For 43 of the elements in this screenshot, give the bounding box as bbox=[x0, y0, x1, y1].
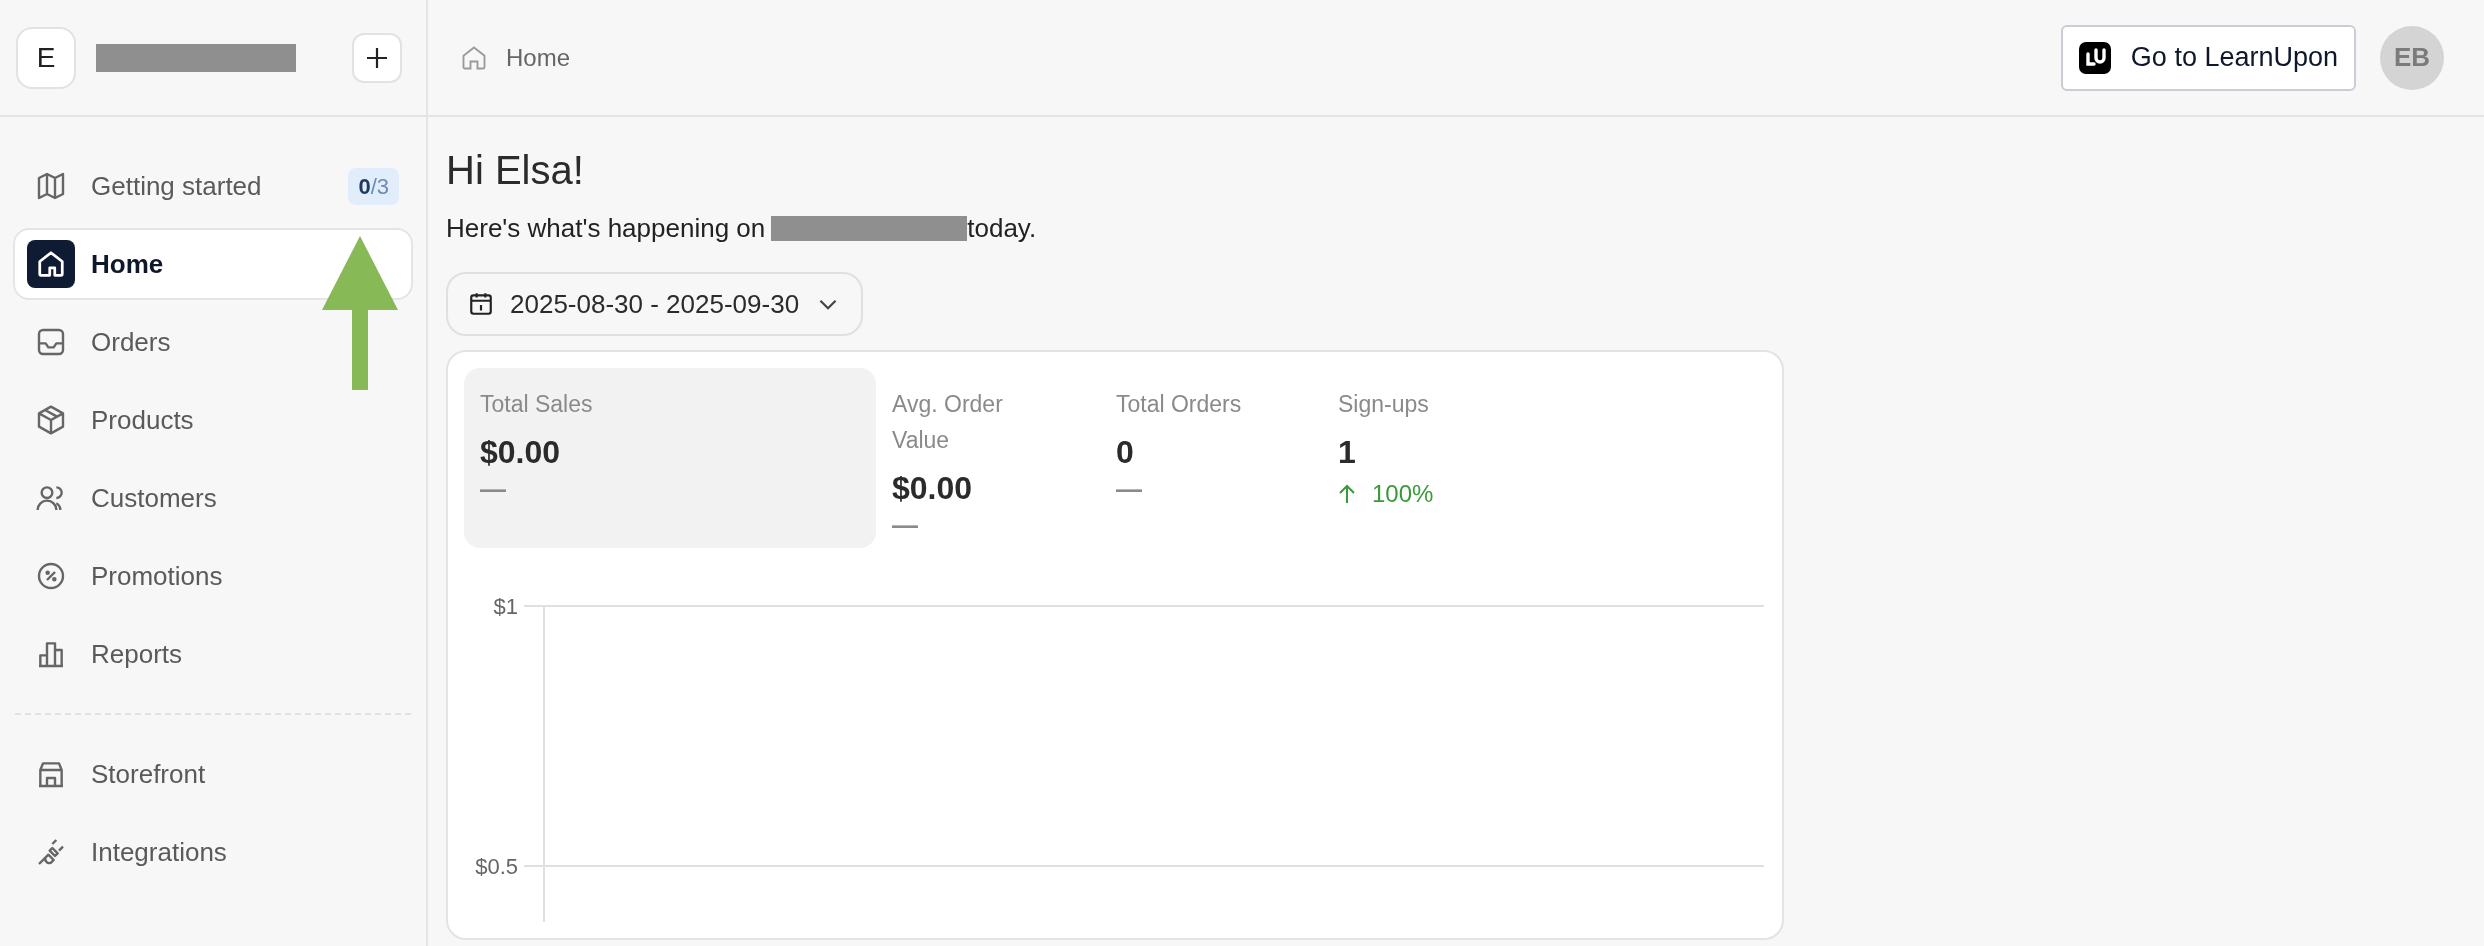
y-tick-label: $0.5 bbox=[475, 854, 518, 879]
stat-change: — bbox=[1116, 476, 1142, 502]
greeting-text: today. bbox=[967, 212, 1037, 245]
stat-label: Sign-ups bbox=[1338, 390, 1429, 419]
date-range-picker[interactable]: 2025-08-30 - 2025-09-30 bbox=[446, 272, 864, 336]
breadcrumb-link[interactable]: Home bbox=[506, 39, 571, 76]
plus-icon bbox=[365, 45, 389, 70]
stat-label: Total Orders bbox=[1116, 390, 1242, 419]
add-button[interactable] bbox=[352, 32, 402, 83]
sidebar-item[interactable]: Customers bbox=[13, 462, 413, 534]
stat-change: — bbox=[480, 476, 506, 502]
home-icon bbox=[27, 240, 75, 288]
stat-value: $0.00 bbox=[892, 469, 973, 508]
y-tick-label: $1 bbox=[493, 594, 518, 619]
greeting-text: Here's what's happening on bbox=[446, 212, 766, 245]
sidebar-item[interactable]: Reports bbox=[13, 618, 413, 690]
item-label: Getting started bbox=[91, 169, 262, 203]
percent-icon bbox=[35, 560, 67, 592]
sidebar-item[interactable]: Orders bbox=[13, 306, 413, 378]
stat-tile[interactable]: Total Sales $0.00 — bbox=[464, 368, 876, 548]
stat-value: 0 bbox=[1116, 433, 1134, 472]
calendar-icon bbox=[468, 291, 494, 317]
stat-change: — bbox=[892, 512, 918, 538]
sidebar-item[interactable]: Storefront bbox=[13, 738, 413, 810]
greeting-title: Hi Elsa! bbox=[446, 147, 584, 194]
stat-label: Avg. Order Value bbox=[892, 390, 1004, 455]
sidebar-item[interactable]: Integrations bbox=[13, 816, 413, 888]
stat-value: 1 bbox=[1338, 433, 1356, 472]
sidebar-item[interactable]: Products bbox=[13, 384, 413, 456]
arrow-up-icon bbox=[1338, 484, 1356, 504]
sidebar-item[interactable]: Getting started 0/3 bbox=[13, 150, 413, 222]
stat-value: $0.00 bbox=[480, 433, 561, 472]
box-icon bbox=[35, 404, 67, 436]
stat-change: 100% bbox=[1372, 479, 1434, 509]
learnupon-logo-icon bbox=[2078, 41, 2111, 74]
go-to-learnupon-button[interactable]: Go to LearnUpon bbox=[2060, 24, 2356, 91]
inbox-icon bbox=[35, 326, 67, 358]
map-icon bbox=[35, 170, 67, 202]
progress-badge: 0/3 bbox=[348, 167, 399, 205]
sidebar-item[interactable]: Promotions bbox=[13, 540, 413, 612]
workspace-avatar[interactable]: E bbox=[16, 26, 76, 89]
sidebar-item[interactable]: Home bbox=[13, 228, 413, 300]
stat-label: Total Sales bbox=[480, 390, 593, 419]
